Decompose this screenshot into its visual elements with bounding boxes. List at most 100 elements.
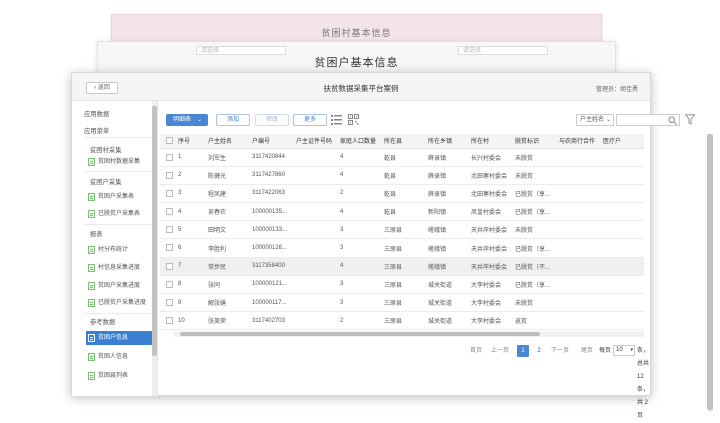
- row-checkbox[interactable]: [166, 317, 173, 325]
- row-checkbox[interactable]: [166, 244, 173, 252]
- select-all-checkbox[interactable]: [166, 137, 173, 145]
- sidebar-group-village[interactable]: 贫困村采集: [90, 145, 121, 154]
- main-panel: 明细表 ⌄ 添加 修改 更多 户主姓名 ⌄ 序号 户主姓名 户编号 户主证件号码…: [158, 101, 713, 419]
- add-button[interactable]: 添加: [216, 114, 250, 126]
- col-header[interactable]: 户编号: [250, 134, 294, 149]
- table-cell: 嵯峨镇: [426, 220, 469, 240]
- chevron-down-icon: ▾: [630, 347, 633, 353]
- qr-icon[interactable]: [348, 114, 359, 125]
- household-info-title: 贫困户基本信息: [314, 56, 399, 69]
- sidebar-item-household-info[interactable]: 贫困户信息: [86, 331, 152, 345]
- col-header[interactable]: 所在乡镇: [426, 134, 469, 149]
- table-row[interactable]: 7 常步民 3117358400 4 三原县 嵯峨镇 天井岸村委会 已脱贫（不...: [160, 257, 644, 276]
- row-checkbox[interactable]: [166, 262, 173, 270]
- sidebar-item-lifted-progress[interactable]: 已脱贫户采集进度: [86, 296, 152, 310]
- sidebar-item-person-info[interactable]: 贫困人信息: [86, 350, 152, 364]
- table-cell: [601, 311, 644, 331]
- row-checkbox[interactable]: [166, 208, 173, 216]
- first-page-link[interactable]: 首页: [470, 345, 482, 358]
- sidebar-scrollbar[interactable]: [152, 101, 157, 396]
- sidebar-item-household-form[interactable]: 贫困户采集表: [86, 190, 152, 204]
- row-checkbox[interactable]: [166, 226, 173, 234]
- row-checkbox[interactable]: [166, 153, 173, 161]
- filter-icon[interactable]: [685, 114, 695, 125]
- row-checkbox[interactable]: [166, 299, 173, 307]
- table-cell: [557, 293, 601, 313]
- horizontal-scrollbar[interactable]: [174, 331, 644, 337]
- table-row[interactable]: 8 张同 100000121... 3 三原县 城关街道 大李村委会 已脱贫（享...: [160, 275, 644, 295]
- sidebar-item-village-stats[interactable]: 村分布统计: [86, 243, 152, 257]
- table-cell: 凤皇村委会: [469, 202, 513, 222]
- table-cell: [601, 293, 644, 313]
- table-row[interactable]: 3 程凤建 3117422063 2 乾县 薛录镇 北田寨村委会 已脱贫（享...: [160, 184, 644, 204]
- search-icon[interactable]: [668, 116, 677, 125]
- group-select-button[interactable]: 明细表 ⌄: [166, 114, 208, 126]
- document-icon: [88, 264, 95, 272]
- table-cell: 4: [338, 166, 382, 185]
- table-row[interactable]: 6 李胜利 100000126... 3 三原县 嵯峨镇 天井岸村委会 已脱贫（享...: [160, 238, 644, 258]
- table-cell: 三原县: [382, 257, 426, 276]
- table-cell: [601, 220, 644, 240]
- table-row[interactable]: 4 吴春农 100000135... 4 乾县 新阳镇 凤皇村委会 已脱贫（享...: [160, 202, 644, 222]
- table-cell: 刘军生: [206, 148, 250, 167]
- sidebar-group-reports[interactable]: 报表: [90, 229, 103, 238]
- table-cell: [601, 148, 644, 167]
- next-page-link[interactable]: 下一页: [551, 345, 569, 358]
- col-header[interactable]: 与农商行合作: [557, 134, 601, 149]
- table-row[interactable]: 1 刘军生 3117420844 4 乾县 薛录镇 长兴村委会 未脱贫: [160, 148, 644, 167]
- table-cell: 乾县: [382, 148, 426, 167]
- sidebar-group-reference[interactable]: 参考数据: [90, 317, 115, 326]
- table-cell: 7: [176, 257, 206, 276]
- table-cell: [601, 166, 644, 185]
- sidebar-header-data[interactable]: 应用数据: [84, 109, 109, 118]
- table-cell: 3117422063: [250, 184, 294, 204]
- village-info-title: 贫困村基本信息: [321, 29, 392, 39]
- table-cell: [294, 275, 338, 295]
- per-page-label: 每页: [599, 348, 612, 354]
- table-cell: 3: [338, 220, 382, 240]
- vertical-scrollbar[interactable]: [707, 134, 713, 412]
- col-header[interactable]: 户主姓名: [206, 134, 250, 149]
- col-header[interactable]: 户主证件号码: [294, 134, 338, 149]
- table-cell: 3117358400: [250, 257, 294, 276]
- col-header[interactable]: 家庭人口数量: [338, 134, 382, 149]
- last-page-link[interactable]: 尾页: [581, 345, 593, 358]
- table-cell: 9: [176, 293, 206, 313]
- sidebar-item-county-list[interactable]: 贫困县列表: [86, 369, 152, 383]
- row-checkbox[interactable]: [166, 189, 173, 197]
- col-header[interactable]: 脱贫标识: [513, 134, 557, 149]
- table-row[interactable]: 10 张美荣 3117402703 2 三原县 城关街道 大李村委会 返贫: [160, 311, 644, 331]
- sidebar-item-lifted-household-form[interactable]: 已脱贫户采集表: [86, 207, 152, 221]
- chevron-down-icon: ⌄: [196, 117, 202, 123]
- table-cell: 4: [176, 202, 206, 222]
- table-row[interactable]: 2 陈健光 3117427860 4 乾县 薛录镇 北田寨村委会 未脱贫: [160, 166, 644, 185]
- table-row[interactable]: 9 解张缮 100000117... 3 三原县 城关街道 大李村委会 未脱贫: [160, 293, 644, 313]
- table-cell: 10: [176, 311, 206, 331]
- page-size-select[interactable]: 10 ▾: [613, 345, 635, 356]
- sidebar-header-menu[interactable]: 应用菜单: [84, 126, 109, 135]
- row-checkbox[interactable]: [166, 280, 173, 288]
- page-1-button[interactable]: 1: [517, 345, 529, 357]
- table-cell: 4: [338, 202, 382, 222]
- col-header[interactable]: 所在县: [382, 134, 426, 149]
- prev-page-link[interactable]: 上一页: [491, 345, 509, 358]
- row-checkbox[interactable]: [166, 171, 173, 179]
- col-header[interactable]: 医疗户: [601, 134, 644, 149]
- sidebar-item-village-progress[interactable]: 村信息采集进度: [86, 261, 152, 275]
- more-button[interactable]: 更多: [293, 114, 327, 126]
- edit-button[interactable]: 修改: [255, 114, 289, 126]
- col-header[interactable]: 所在村: [469, 134, 513, 149]
- sidebar-group-household[interactable]: 贫困户采集: [90, 177, 121, 186]
- list-icon[interactable]: [331, 114, 342, 125]
- table-cell: 2: [338, 184, 382, 204]
- page-2-button[interactable]: 2: [533, 345, 545, 357]
- table-cell: 4: [338, 257, 382, 276]
- col-header[interactable]: 序号: [176, 134, 206, 149]
- document-icon: [88, 158, 95, 166]
- table-cell: [294, 202, 338, 222]
- search-field-select[interactable]: 户主姓名 ⌄: [576, 114, 614, 126]
- sidebar-item-village-collect[interactable]: 贫困村数据采集: [86, 155, 152, 169]
- table-row[interactable]: 5 田明文 100000133... 3 三原县 嵯峨镇 天井岸村委会 未脱贫: [160, 220, 644, 240]
- sidebar-item-household-progress[interactable]: 贫困户采集进度: [86, 279, 152, 293]
- pager-summary: 条，总共 12 条，共 2 页: [637, 348, 650, 419]
